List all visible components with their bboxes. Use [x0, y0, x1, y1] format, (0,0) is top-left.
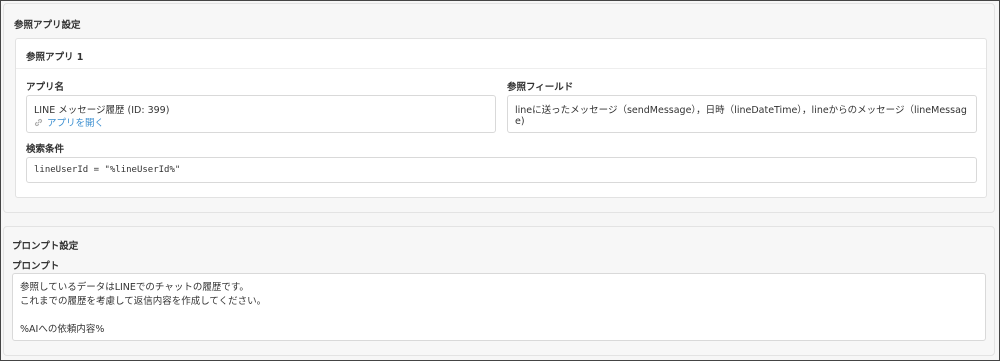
prompt-line-4: %AIへの依頼内容%	[20, 324, 105, 335]
ref-app-card: 参照アプリ 1 アプリ名 LINE メッセージ履歴 (ID: 399) アプリを…	[15, 38, 987, 198]
section-title-prompt: プロンプト設定	[12, 241, 79, 252]
section-title-ref-app: 参照アプリ設定	[14, 20, 81, 31]
condition-label: 検索条件	[26, 144, 65, 155]
app-name-value: LINE メッセージ履歴 (ID: 399)	[34, 105, 170, 116]
condition-field: lineUserId = "%lineUserId%"	[26, 157, 977, 183]
condition-value: lineUserId = "%lineUserId%"	[34, 165, 181, 175]
ref-fields-field: lineに送ったメッセージ（sendMessage），日時（lineDateTi…	[507, 95, 977, 133]
ref-fields-label: 参照フィールド	[507, 82, 574, 93]
link-icon	[34, 118, 43, 127]
card-title: 参照アプリ 1	[26, 52, 84, 63]
prompt-textarea[interactable]: 参照しているデータはLINEでのチャットの履歴です。 これまでの履歴を考慮して返…	[12, 273, 986, 341]
ref-app-settings-section: 参照アプリ設定 参照アプリ 1 アプリ名 LINE メッセージ履歴 (ID: 3…	[3, 3, 995, 213]
prompt-line-1: 参照しているデータはLINEでのチャットの履歴です。	[20, 282, 249, 293]
prompt-label: プロンプト	[12, 261, 60, 272]
ref-fields-value-line2: e)	[515, 116, 525, 127]
open-app-link[interactable]: アプリを開く	[34, 115, 104, 129]
prompt-line-2: これまでの履歴を考慮して返信内容を作成してください。	[20, 296, 267, 307]
card-header: 参照アプリ 1	[16, 39, 986, 69]
prompt-settings-section: プロンプト設定 プロンプト 参照しているデータはLINEでのチャットの履歴です。…	[3, 226, 995, 356]
app-name-field: LINE メッセージ履歴 (ID: 399) アプリを開く	[26, 95, 496, 133]
app-name-label: アプリ名	[26, 82, 65, 93]
ref-fields-value-line1: lineに送ったメッセージ（sendMessage），日時（lineDateTi…	[515, 105, 967, 116]
open-app-link-label: アプリを開く	[47, 118, 105, 129]
